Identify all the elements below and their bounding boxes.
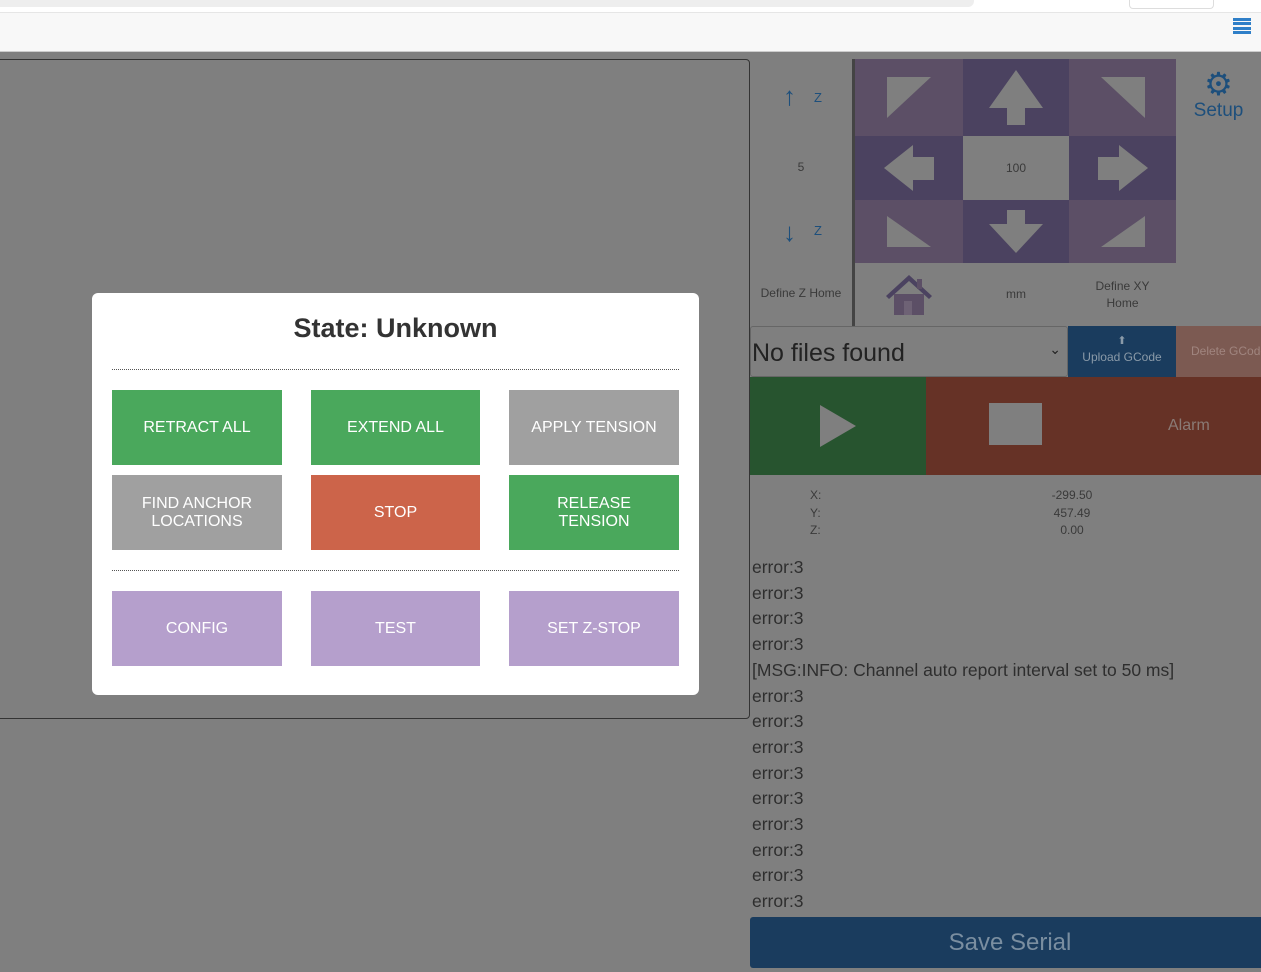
file-select[interactable]: No files found ⌄ bbox=[750, 326, 1068, 377]
browser-top-strip bbox=[0, 0, 1261, 12]
y-value: 457.49 bbox=[1053, 505, 1091, 520]
extend-all-button[interactable]: EXTEND ALL bbox=[311, 390, 480, 465]
config-button[interactable]: CONFIG bbox=[112, 591, 282, 666]
apply-tension-button[interactable]: APPLY TENSION bbox=[509, 390, 679, 465]
chevron-down-icon: ⌄ bbox=[1049, 341, 1061, 357]
z-label: Z: bbox=[810, 523, 821, 537]
position-labels: X: Y: Z: bbox=[810, 487, 821, 540]
serial-log: error:3 error:3 error:3 error:3 [MSG:INF… bbox=[752, 555, 1261, 915]
stop-button-modal[interactable]: STOP bbox=[311, 475, 480, 550]
log-line: error:3 bbox=[752, 634, 804, 655]
x-label: X: bbox=[810, 488, 822, 502]
unit-label[interactable]: mm bbox=[963, 263, 1069, 326]
jog-up-button[interactable] bbox=[963, 59, 1069, 136]
jog-down-button[interactable] bbox=[963, 200, 1069, 263]
divider bbox=[112, 369, 679, 370]
gear-icon: ⚙ bbox=[1204, 66, 1233, 102]
jog-right-button[interactable] bbox=[1069, 136, 1176, 200]
release-tension-button[interactable]: RELEASE TENSION bbox=[509, 475, 679, 550]
navbar bbox=[0, 12, 1261, 52]
file-select-value: No files found bbox=[752, 339, 905, 367]
log-line: error:3 bbox=[752, 711, 804, 732]
z-up-label: Z bbox=[814, 90, 822, 105]
jog-up-right-button[interactable] bbox=[1069, 59, 1176, 136]
define-xy-home-button[interactable]: Define XY Home bbox=[1069, 263, 1176, 326]
z-controls: ↑ Z 5 ↓ Z Define Z Home bbox=[750, 59, 855, 326]
x-value: -299.50 bbox=[1051, 488, 1093, 502]
jog-up-left-button[interactable] bbox=[855, 59, 963, 136]
stop-button[interactable]: Alarm bbox=[926, 377, 1261, 475]
upload-gcode-button[interactable]: ⬆ Upload GCode bbox=[1068, 326, 1176, 377]
z-step-value[interactable]: 5 bbox=[750, 160, 852, 174]
jog-left-button[interactable] bbox=[855, 136, 963, 200]
z-down-button[interactable]: ↓ bbox=[783, 217, 796, 248]
log-line: error:3 bbox=[752, 557, 804, 577]
retract-all-button[interactable]: RETRACT ALL bbox=[112, 390, 282, 465]
log-line: error:3 bbox=[752, 814, 804, 835]
home-button[interactable] bbox=[855, 263, 963, 326]
find-anchor-locations-button[interactable]: FIND ANCHOR LOCATIONS bbox=[112, 475, 282, 550]
modal-title: State: Unknown bbox=[293, 313, 498, 343]
xy-step-value[interactable]: 100 bbox=[963, 136, 1069, 200]
play-icon bbox=[820, 405, 856, 447]
test-button[interactable]: TEST bbox=[311, 591, 480, 666]
divider bbox=[112, 570, 679, 571]
jog-down-left-button[interactable] bbox=[855, 200, 963, 263]
home-icon bbox=[886, 274, 932, 315]
hamburger-icon[interactable] bbox=[1233, 18, 1251, 34]
log-line: error:3 bbox=[752, 762, 804, 783]
log-line: error:3 bbox=[752, 608, 804, 629]
stop-icon bbox=[989, 403, 1042, 445]
play-button[interactable] bbox=[750, 377, 926, 475]
log-line: error:3 bbox=[752, 891, 804, 912]
log-line: error:3 bbox=[752, 582, 804, 603]
state-modal: State: Unknown RETRACT ALL EXTEND ALL AP… bbox=[92, 293, 699, 695]
log-line: error:3 bbox=[752, 788, 804, 809]
z-value: 0.00 bbox=[1060, 523, 1084, 537]
upload-icon: ⬆ bbox=[1117, 335, 1127, 347]
save-serial-button[interactable]: Save Serial bbox=[750, 917, 1261, 968]
setup-button[interactable]: ⚙ Setup bbox=[1176, 59, 1261, 139]
log-line: error:3 bbox=[752, 865, 804, 886]
log-line: error:3 bbox=[752, 685, 804, 706]
setup-label: Setup bbox=[1193, 100, 1244, 121]
z-down-label: Z bbox=[814, 223, 822, 238]
z-up-button[interactable]: ↑ bbox=[783, 81, 796, 112]
position-values: -299.50 457.49 0.00 bbox=[1022, 487, 1122, 540]
machine-state-label: Alarm bbox=[1168, 417, 1210, 434]
log-line: error:3 bbox=[752, 736, 804, 757]
jog-down-right-button[interactable] bbox=[1069, 200, 1176, 263]
y-label: Y: bbox=[810, 505, 821, 520]
upload-label: Upload GCode bbox=[1082, 350, 1162, 364]
delete-gcode-button[interactable]: Delete GCode bbox=[1176, 326, 1261, 377]
set-z-stop-button[interactable]: SET Z-STOP bbox=[509, 591, 679, 666]
log-line: [MSG:INFO: Channel auto report interval … bbox=[752, 659, 1175, 680]
define-z-home-button[interactable]: Define Z Home bbox=[750, 286, 852, 300]
log-line: error:3 bbox=[752, 839, 804, 860]
